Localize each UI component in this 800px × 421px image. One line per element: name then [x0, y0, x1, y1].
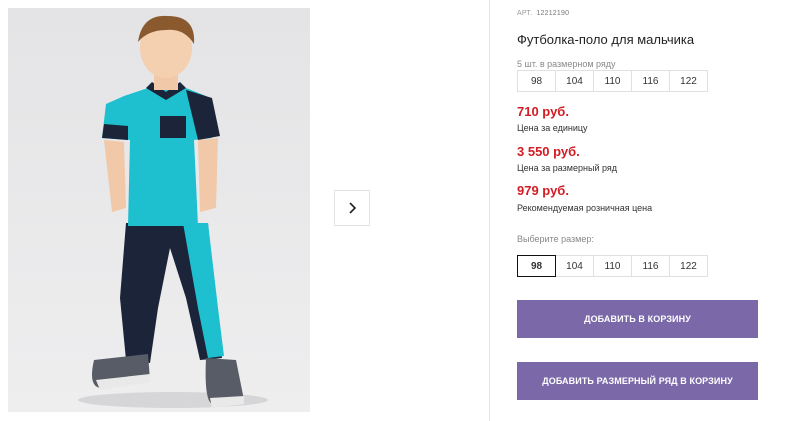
pack-price: 3 550 руб.: [517, 144, 580, 159]
choose-size-label: Выберите размер:: [517, 234, 594, 244]
retail-price: 979 руб.: [517, 183, 569, 198]
pack-size-list: 98 104 110 116 122: [517, 70, 708, 92]
size-selector: 98 104 110 116 122: [517, 255, 708, 277]
size-option-98[interactable]: 98: [517, 255, 556, 277]
add-pack-to-cart-button[interactable]: ДОБАВИТЬ РАЗМЕРНЫЙ РЯД В КОРЗИНУ: [517, 362, 758, 400]
size-option-110[interactable]: 110: [593, 255, 632, 277]
article-label: АРТ.: [517, 10, 533, 17]
boy-in-polo-image: [8, 8, 310, 412]
product-title: Футболка-поло для мальчика: [517, 32, 695, 47]
add-to-cart-button[interactable]: ДОБАВИТЬ В КОРЗИНУ: [517, 300, 758, 338]
article-number: АРТ. 12212190: [517, 10, 569, 17]
size-option-122[interactable]: 122: [669, 255, 708, 277]
product-gallery: [0, 0, 490, 421]
unit-price: 710 руб.: [517, 104, 569, 119]
size-option-116[interactable]: 116: [631, 255, 670, 277]
pack-size: 122: [669, 70, 708, 92]
product-photo[interactable]: [8, 8, 310, 412]
chevron-right-icon: [349, 202, 357, 214]
pack-size: 104: [555, 70, 594, 92]
unit-price-label: Цена за единицу: [517, 123, 588, 133]
article-value: 12212190: [536, 10, 570, 17]
next-image-button[interactable]: [334, 190, 370, 226]
pack-size: 110: [593, 70, 632, 92]
size-option-104[interactable]: 104: [555, 255, 594, 277]
pack-size: 98: [517, 70, 556, 92]
retail-price-label: Рекомендуемая розничная цена: [517, 203, 653, 213]
pack-size: 116: [631, 70, 670, 92]
pack-label: 5 шт. в размерном ряду: [517, 59, 616, 69]
pack-price-label: Цена за размерный ряд: [517, 163, 618, 173]
